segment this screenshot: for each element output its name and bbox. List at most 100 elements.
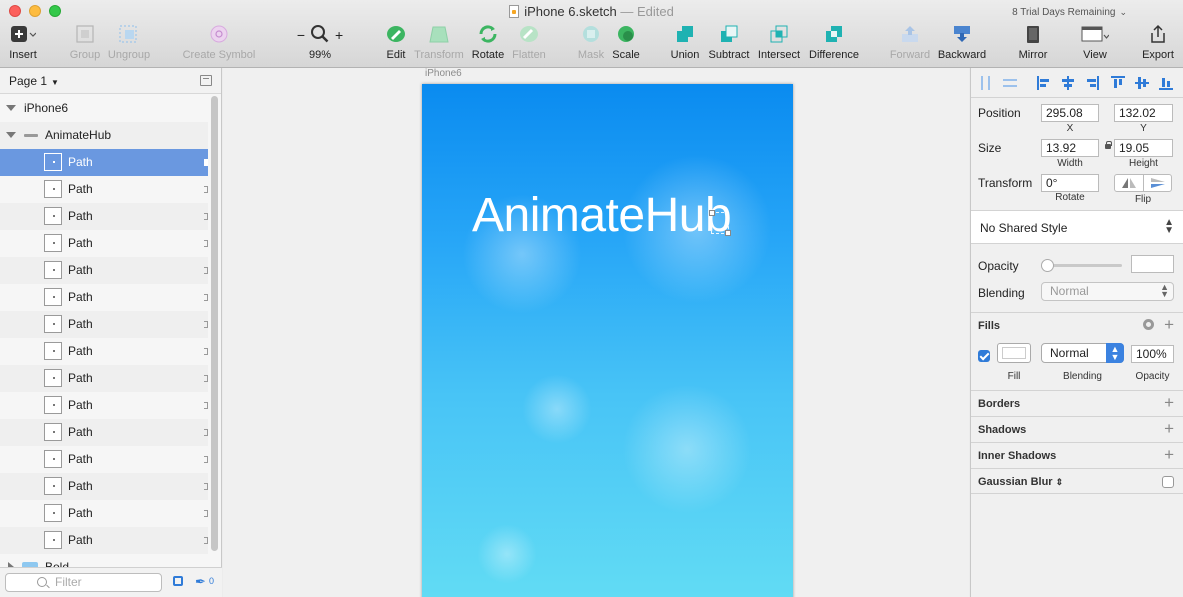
align-bottom-icon[interactable] <box>1159 76 1173 90</box>
width-label: Width <box>1057 158 1083 169</box>
add-fill-plus-icon[interactable]: + <box>1164 315 1174 335</box>
align-middle-icon[interactable] <box>1135 76 1149 90</box>
filter-input[interactable]: Filter <box>5 573 162 592</box>
flatten-button[interactable]: Flatten <box>510 24 548 61</box>
transform-button[interactable]: Transform <box>414 24 464 61</box>
shadows-section-header[interactable]: Shadows + <box>971 416 1183 442</box>
layer-path[interactable]: Path <box>0 149 208 176</box>
canvas[interactable]: iPhone6 AnimateHub <box>223 68 969 597</box>
add-border-plus-icon[interactable]: + <box>1164 393 1174 413</box>
layer-path[interactable]: Path <box>0 527 208 554</box>
layer-path[interactable]: Path <box>0 500 208 527</box>
group-button[interactable]: Group <box>66 24 104 61</box>
align-center-icon[interactable] <box>1061 76 1075 90</box>
layer-path[interactable]: Path <box>0 338 208 365</box>
layer-path[interactable]: Path <box>0 473 208 500</box>
layer-path[interactable]: Path <box>0 392 208 419</box>
borders-section-header[interactable]: Borders + <box>971 390 1183 416</box>
page-selector[interactable]: Page 1 ▼ <box>0 68 221 94</box>
layer-artboard-iphone6[interactable]: iPhone6 <box>0 95 208 122</box>
flip-control <box>1114 174 1172 192</box>
selected-path-bounds[interactable] <box>709 210 731 236</box>
edit-button[interactable]: Edit <box>382 24 410 61</box>
position-y-field[interactable]: 132.02 <box>1114 104 1173 122</box>
layer-path[interactable]: Path <box>0 284 208 311</box>
difference-button[interactable]: Difference <box>808 24 860 61</box>
backward-button[interactable]: Backward <box>936 24 988 61</box>
insert-button[interactable]: Insert <box>6 24 40 61</box>
pen-edit-icon[interactable]: ✒ <box>195 574 206 590</box>
union-button[interactable]: Union <box>668 24 702 61</box>
layer-path[interactable]: Path <box>0 419 208 446</box>
rotate-field[interactable]: 0° <box>1041 174 1099 192</box>
fill-enabled-checkbox[interactable] <box>978 350 990 362</box>
layer-marker <box>204 375 208 382</box>
view-button[interactable]: View <box>1078 24 1112 61</box>
intersect-button[interactable]: Intersect <box>757 24 801 61</box>
chevron-down-icon: ⌄ <box>1119 7 1127 17</box>
subtract-button[interactable]: Subtract <box>707 24 751 61</box>
gaussian-blur-section-header[interactable]: Gaussian Blur ⇕ <box>971 468 1183 494</box>
height-field[interactable]: 19.05 <box>1114 139 1173 157</box>
width-field[interactable]: 13.92 <box>1041 139 1099 157</box>
layer-path[interactable]: Path <box>0 230 208 257</box>
fills-section-header[interactable]: Fills + <box>971 312 1183 338</box>
opacity-field[interactable] <box>1131 255 1174 273</box>
layer-path[interactable]: Path <box>0 311 208 338</box>
blending-select[interactable]: Normal ▲ ▼ <box>1041 282 1174 301</box>
gear-icon[interactable] <box>1143 319 1154 330</box>
zoom-in-button[interactable]: + <box>335 27 343 43</box>
lock-icon[interactable] <box>1105 141 1112 149</box>
layer-path[interactable]: Path <box>0 203 208 230</box>
opacity-slider-track[interactable] <box>1044 264 1122 267</box>
forward-button[interactable]: Forward <box>889 24 931 61</box>
add-inner-shadow-plus-icon[interactable]: + <box>1164 445 1174 465</box>
maximize-window-button[interactable] <box>49 5 61 17</box>
fill-color-swatch[interactable] <box>997 343 1031 363</box>
flip-vertical-icon[interactable] <box>1143 175 1171 191</box>
shared-style-selector[interactable]: No Shared Style ▲ ▼ <box>971 210 1183 244</box>
artboard-label[interactable]: iPhone6 <box>425 68 462 79</box>
gaussian-blur-checkbox[interactable] <box>1162 476 1174 488</box>
ungroup-button[interactable]: Ungroup <box>106 24 152 61</box>
align-left-icon[interactable] <box>1037 76 1051 90</box>
mirror-button[interactable]: Mirror <box>1016 24 1050 61</box>
fill-blending-label: Blending <box>1063 371 1102 382</box>
fill-opacity-field[interactable]: 100% <box>1131 345 1174 363</box>
layer-group-animatehub[interactable]: AnimateHub <box>0 122 208 149</box>
gaussian-blur-selector[interactable]: Gaussian Blur ⇕ <box>978 476 1063 488</box>
scale-button[interactable]: Scale <box>611 24 641 61</box>
layer-path[interactable]: Path <box>0 365 208 392</box>
align-top-icon[interactable] <box>1111 76 1125 90</box>
close-window-button[interactable] <box>9 5 21 17</box>
mask-button[interactable]: Mask <box>576 24 606 61</box>
animatehub-title-text[interactable]: AnimateHub <box>472 188 732 243</box>
layer-group-partial[interactable]: Bold... <box>0 554 208 567</box>
distribute-horizontal-icon[interactable] <box>979 76 993 90</box>
distribute-vertical-icon[interactable] <box>1003 76 1017 90</box>
artboard-iphone6[interactable]: AnimateHub <box>422 84 793 597</box>
trial-menu[interactable]: 8 Trial Days Remaining ⌄ <box>1012 7 1127 18</box>
flip-horizontal-icon[interactable] <box>1115 175 1143 191</box>
layer-path[interactable]: Path <box>0 257 208 284</box>
align-right-icon[interactable] <box>1085 76 1099 90</box>
inner-shadows-section-header[interactable]: Inner Shadows + <box>971 442 1183 468</box>
layer-path[interactable]: Path <box>0 176 208 203</box>
minimize-window-button[interactable] <box>29 5 41 17</box>
disclosure-triangle-icon[interactable] <box>6 132 16 138</box>
add-shadow-plus-icon[interactable]: + <box>1164 419 1174 439</box>
disclosure-triangle-icon[interactable] <box>6 105 16 111</box>
rotate-button[interactable]: Rotate <box>470 24 506 61</box>
forward-label: Forward <box>889 49 931 61</box>
collapse-panel-icon[interactable] <box>200 75 212 86</box>
layers-scrollbar[interactable] <box>211 96 218 551</box>
opacity-slider-knob[interactable] <box>1041 259 1054 272</box>
export-button[interactable]: Export <box>1140 24 1176 61</box>
symbols-filter-icon[interactable] <box>173 576 183 586</box>
zoom-out-button[interactable]: − <box>297 27 305 43</box>
create-symbol-button[interactable]: Create Symbol <box>180 24 258 61</box>
position-x-field[interactable]: 295.08 <box>1041 104 1099 122</box>
layer-path[interactable]: Path <box>0 446 208 473</box>
fill-blending-select[interactable]: Normal ▲ ▼ <box>1041 343 1124 363</box>
backward-label: Backward <box>937 49 987 61</box>
